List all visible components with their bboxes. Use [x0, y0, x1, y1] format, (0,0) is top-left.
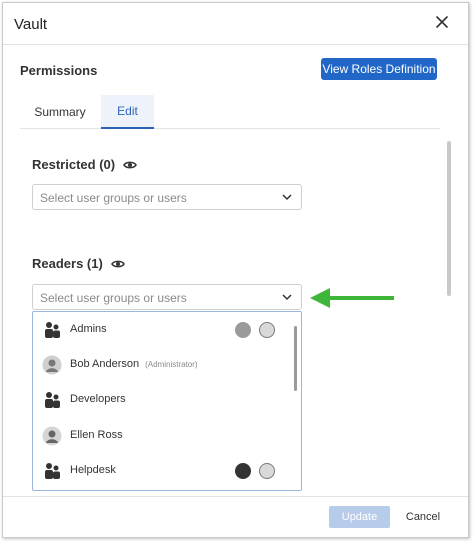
eye-icon[interactable] — [123, 160, 138, 170]
member-avatar-icon — [235, 322, 251, 338]
green-arrow-icon — [310, 288, 394, 308]
list-item-name: Admins — [70, 323, 107, 335]
tab-edit[interactable]: Edit — [101, 95, 154, 129]
list-item[interactable]: Bob Anderson (Administrator) — [33, 348, 291, 382]
cancel-button[interactable]: Cancel — [400, 506, 446, 528]
member-avatar-icon — [259, 322, 275, 338]
chevron-down-icon — [282, 194, 292, 201]
list-item-name-text: Bob Anderson — [70, 358, 140, 370]
group-icon — [45, 322, 60, 338]
list-item[interactable]: Ellen Ross — [33, 419, 291, 453]
panel-scrollbar[interactable] — [447, 141, 451, 296]
vault-dialog: Vault Permissions View Roles Definition … — [2, 2, 469, 538]
list-item-name: Helpdesk — [70, 464, 116, 476]
readers-placeholder: Select user groups or users — [40, 291, 187, 305]
role-note: (Administrator) — [145, 360, 198, 369]
permissions-heading: Permissions — [20, 63, 98, 78]
list-item-name: Developers — [70, 393, 126, 405]
readers-label: Readers (1) — [32, 256, 103, 271]
list-item-name: Bob Anderson (Administrator) — [70, 358, 198, 370]
chevron-down-icon — [282, 294, 292, 301]
readers-select[interactable]: Select user groups or users — [32, 284, 302, 310]
group-icon — [45, 392, 60, 408]
dialog-titlebar: Vault — [3, 3, 468, 45]
update-button[interactable]: Update — [329, 506, 390, 528]
list-item[interactable]: Helpdesk — [33, 454, 291, 488]
restricted-select[interactable]: Select user groups or users — [32, 184, 302, 210]
tab-summary[interactable]: Summary — [20, 95, 100, 129]
view-roles-definition-button[interactable]: View Roles Definition — [321, 58, 437, 80]
readers-label-group: Readers (1) — [32, 256, 125, 271]
eye-icon[interactable] — [110, 259, 125, 269]
readers-dropdown-list[interactable]: Admins Bob Anderson (Administrator) Devel… — [32, 311, 302, 491]
member-avatar-icon — [259, 463, 275, 479]
user-avatar-icon — [42, 355, 62, 375]
list-item[interactable]: Developers — [33, 383, 291, 417]
list-item-name: Ellen Ross — [70, 429, 123, 441]
list-item[interactable]: Admins — [33, 313, 291, 347]
restricted-label-group: Restricted (0) — [32, 157, 138, 172]
close-icon[interactable] — [434, 14, 450, 30]
member-avatar-icon — [235, 463, 251, 479]
dialog-title: Vault — [14, 16, 48, 33]
user-avatar-icon — [42, 426, 62, 446]
group-icon — [45, 463, 60, 479]
restricted-label: Restricted (0) — [32, 157, 116, 172]
dropdown-scrollbar[interactable] — [294, 326, 297, 391]
restricted-placeholder: Select user groups or users — [40, 191, 187, 205]
footer-divider — [3, 496, 468, 497]
tab-bar: Summary Edit — [20, 95, 440, 129]
